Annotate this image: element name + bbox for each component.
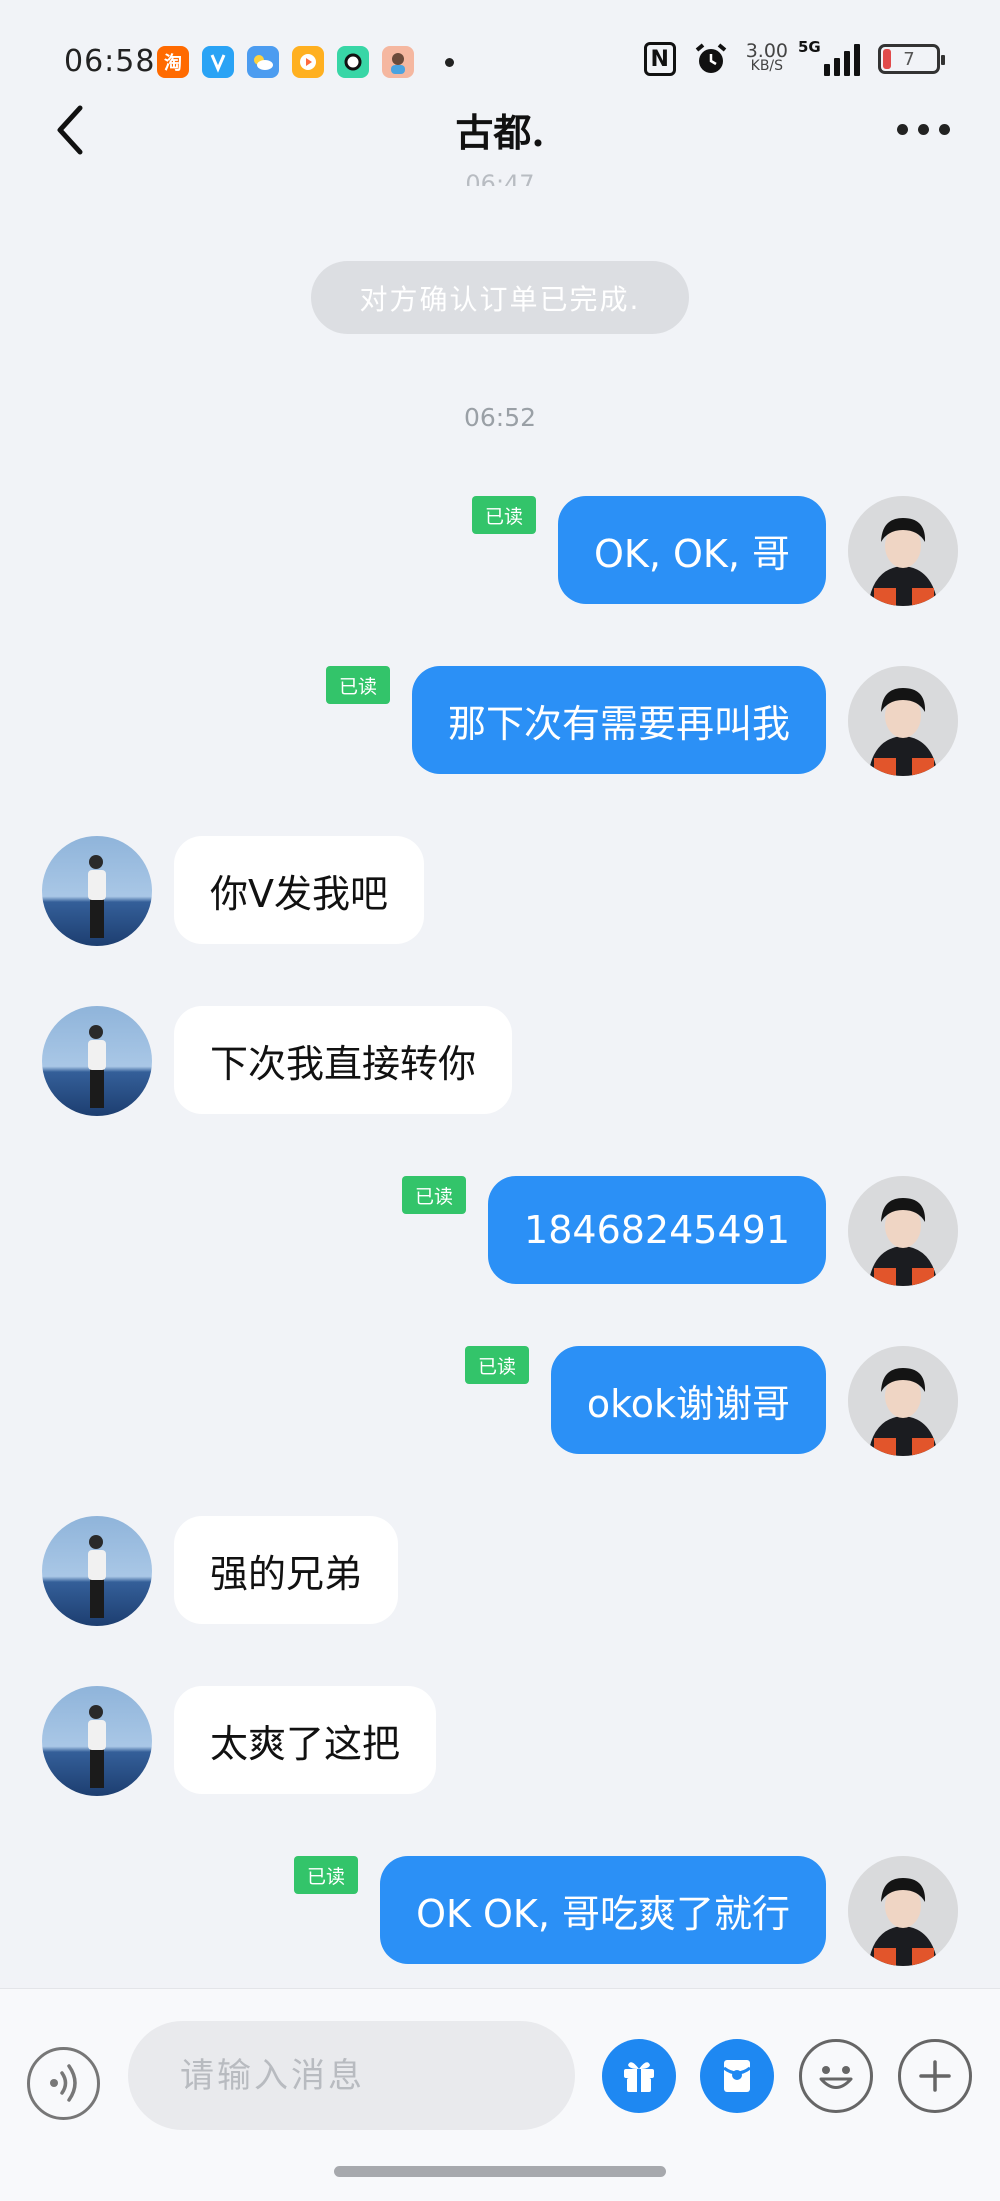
incoming-message[interactable]: 下次我直接转你 — [174, 1006, 513, 1114]
partial-timestamp: 06:47 — [0, 174, 1000, 186]
status-time: 06:58 — [64, 44, 156, 79]
alarm-icon — [694, 42, 728, 76]
plus-icon — [919, 2060, 951, 2092]
notification-app-icons: 淘 — [157, 46, 454, 78]
message-list[interactable]: 06:47 对方确认订单已完成. 06:52 OK, OK, 哥已读那下次有需要… — [0, 160, 1000, 1990]
home-indicator[interactable] — [334, 2166, 666, 2177]
network-speed-unit: KB/S — [750, 58, 784, 74]
outgoing-message[interactable]: okok谢谢哥 — [550, 1346, 826, 1454]
contact-avatar[interactable] — [42, 836, 152, 946]
chat-header: 古都. — [0, 90, 1000, 160]
outgoing-message[interactable]: OK, OK, 哥 — [558, 496, 826, 604]
contact-avatar[interactable] — [42, 1516, 152, 1626]
message-input[interactable] — [128, 2021, 575, 2130]
more-notifications-dot — [445, 57, 454, 67]
my-avatar[interactable] — [848, 496, 958, 606]
my-avatar[interactable] — [848, 1856, 958, 1966]
incoming-message[interactable]: 太爽了这把 — [174, 1686, 437, 1794]
weather-icon — [247, 46, 279, 78]
my-avatar[interactable] — [848, 666, 958, 776]
network-speed-value: 3.00 — [745, 40, 788, 62]
incoming-message[interactable]: 强的兄弟 — [174, 1516, 399, 1624]
avatar-app-icon — [382, 46, 414, 78]
gift-button[interactable] — [602, 2039, 676, 2113]
smiley-face-icon — [819, 2066, 853, 2089]
voice-input-button[interactable] — [27, 2047, 100, 2120]
outgoing-message[interactable]: 那下次有需要再叫我 — [411, 666, 826, 774]
read-receipt-badge: 已读 — [465, 1346, 529, 1384]
my-avatar[interactable] — [848, 1346, 958, 1456]
contact-avatar[interactable] — [42, 1686, 152, 1796]
read-receipt-badge: 已读 — [472, 496, 536, 534]
system-notice: 对方确认订单已完成. — [311, 261, 689, 334]
red-packet-button[interactable] — [700, 2039, 774, 2113]
add-more-button[interactable] — [898, 2039, 972, 2113]
my-avatar[interactable] — [848, 1176, 958, 1286]
message-timestamp: 06:52 — [463, 403, 537, 432]
voice-icon — [50, 2064, 77, 2102]
gift-icon — [624, 2062, 654, 2092]
network-type: 5G — [798, 38, 821, 56]
nfc-icon: N — [643, 42, 676, 76]
incoming-message[interactable]: 你V发我吧 — [174, 836, 424, 944]
taobao-icon: 淘 — [157, 46, 189, 78]
signal-strength-icon: 5G — [798, 38, 860, 76]
more-dot-icon — [917, 123, 929, 135]
app-blue-icon — [202, 46, 234, 78]
emoji-button[interactable] — [799, 2039, 873, 2113]
outgoing-message[interactable]: 18468245491 — [488, 1176, 826, 1284]
read-receipt-badge: 已读 — [326, 666, 390, 704]
more-options-button[interactable] — [888, 114, 958, 144]
more-dot-icon — [938, 123, 950, 135]
camera-app-icon — [337, 46, 369, 78]
battery-icon: 7 — [878, 44, 945, 74]
outgoing-message[interactable]: OK OK, 哥吃爽了就行 — [380, 1856, 826, 1964]
read-receipt-badge: 已读 — [294, 1856, 358, 1894]
read-receipt-badge: 已读 — [402, 1176, 466, 1214]
video-app-icon — [292, 46, 324, 78]
chat-title: 古都. — [455, 110, 545, 155]
red-packet-icon — [723, 2060, 751, 2092]
status-indicators: N 3.00 KB/S 5G 7 — [643, 38, 945, 76]
more-dot-icon — [896, 123, 908, 135]
contact-avatar[interactable] — [42, 1006, 152, 1116]
battery-level: 7 — [903, 48, 915, 70]
network-speed: 3.00 KB/S — [745, 40, 788, 74]
